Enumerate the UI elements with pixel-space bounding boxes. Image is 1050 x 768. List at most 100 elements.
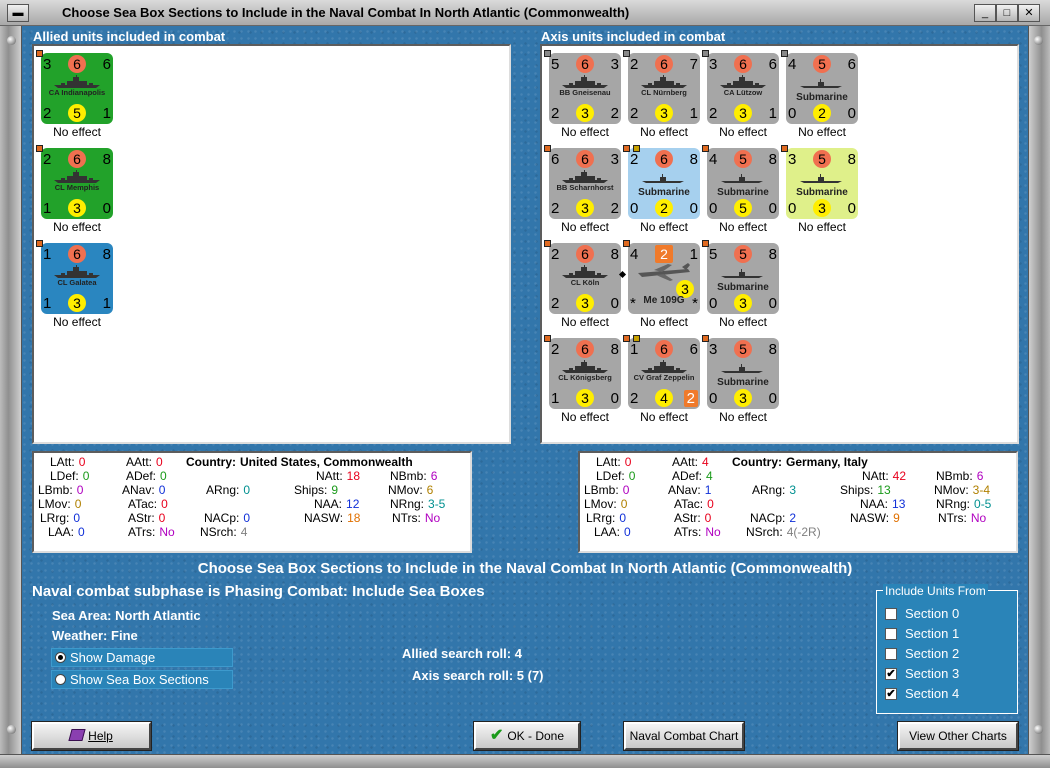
unit-tl-value: 6 <box>551 151 560 168</box>
natt-label: NAtt: <box>316 469 343 483</box>
ok-done-button[interactable]: ✔ OK - Done <box>473 721 581 751</box>
lbmb-label: LBmb: <box>584 483 619 497</box>
unit-defense-value: 3 <box>68 294 86 312</box>
warship-icon <box>562 170 608 183</box>
submarine-icon <box>800 79 842 88</box>
unit-counter[interactable]: 2 8 2 0 6 3 CL Köln <box>544 240 621 314</box>
axis-roll-value: 5 (7) <box>516 668 544 683</box>
warship-icon <box>641 75 687 88</box>
arng-label: ARng: <box>752 483 786 497</box>
system-menu-button[interactable]: ▬ <box>7 4 29 22</box>
anav-label: ANav: <box>122 483 155 497</box>
submarine-icon <box>642 174 684 183</box>
unit-name: CL Königsberg <box>558 373 612 382</box>
unit-counter[interactable]: 1 8 1 1 6 3 CL Galatea <box>36 240 113 314</box>
unit-counter[interactable]: 1 6 2 2 6 4 CV Graf Zeppelin <box>623 335 700 409</box>
laa-stat: LAA: 0 <box>594 525 631 539</box>
nsrch-value: 4 <box>240 525 248 539</box>
unit-br-value: 2 <box>683 390 698 407</box>
nmov-value: 3-4 <box>972 483 991 497</box>
section-checkbox-1[interactable]: Section 1 <box>885 625 1015 643</box>
unit-counter[interactable]: 5 8 0 0 5 3 Submarine <box>702 240 779 314</box>
unit-name: BB Scharnhorst <box>556 183 614 192</box>
lmov-stat: LMov: 0 <box>584 497 627 511</box>
country-value: Germany, Italy <box>786 455 868 469</box>
arng-stat: ARng: 3 <box>752 483 796 497</box>
radio-selected-icon[interactable] <box>55 652 66 663</box>
lmov-label: LMov: <box>584 497 617 511</box>
unit-counter[interactable]: 3 8 0 0 5 3 Submarine <box>781 145 858 219</box>
view-other-charts-button[interactable]: View Other Charts <box>897 721 1019 751</box>
section-checkbox-2[interactable]: Section 2 <box>885 645 1015 663</box>
unit-effect-label: No effect <box>640 220 688 234</box>
unit-defense-value: 3 <box>655 104 673 122</box>
unit-name: BB Gneisenau <box>559 88 611 97</box>
unit-counter[interactable]: 4 1 * * 2 3 Me 109G <box>623 240 700 314</box>
checkbox-icon[interactable] <box>885 608 897 620</box>
unit-counter[interactable]: 2 8 1 0 6 3 CL Memphis <box>36 145 113 219</box>
nbmb-label: NBmb: <box>936 469 973 483</box>
close-button[interactable]: ✕ <box>1018 4 1040 22</box>
unit-counter[interactable]: 3 8 0 0 5 3 Submarine <box>702 335 779 409</box>
warship-icon <box>562 75 608 88</box>
unit-bl-value: 0 <box>709 390 718 407</box>
unit-counter[interactable]: 6 3 2 2 6 3 BB Scharnhorst <box>544 145 621 219</box>
atac-label: ATac: <box>674 497 704 511</box>
atrs-label: ATrs: <box>128 525 156 539</box>
nmov-stat: NMov: 6 <box>388 483 433 497</box>
anav-label: ANav: <box>668 483 701 497</box>
checkbox-icon[interactable]: ✔ <box>885 688 897 700</box>
warship-icon <box>562 360 608 373</box>
checkbox-icon[interactable]: ✔ <box>885 668 897 680</box>
laa-stat: LAA: 0 <box>48 525 85 539</box>
section-label: Section 0 <box>905 606 960 621</box>
unit-counter[interactable]: 4 8 0 0 5 5 Submarine <box>702 145 779 219</box>
unit-status-marker <box>36 145 43 152</box>
naval-combat-chart-button[interactable]: Naval Combat Chart <box>623 721 745 751</box>
maximize-button[interactable]: □ <box>996 4 1018 22</box>
section-checkbox-0[interactable]: Section 0 <box>885 605 1015 623</box>
astr-label: AStr: <box>128 511 155 525</box>
unit-name: CA Indianapolis <box>48 88 106 97</box>
unit-bl-value: 0 <box>709 200 718 217</box>
unit-tl-value: 2 <box>630 56 639 73</box>
unit-attack-value: 6 <box>655 55 673 73</box>
atrs-stat: ATrs: No <box>128 525 175 539</box>
unit-tl-value: 4 <box>788 56 797 73</box>
ldef-label: LDef: <box>596 469 625 483</box>
checkbox-icon[interactable] <box>885 648 897 660</box>
ships-stat: Ships: 9 <box>294 483 338 497</box>
help-button[interactable]: Help <box>31 721 152 751</box>
unit-counter[interactable]: 4 6 0 0 5 2 Submarine <box>781 50 858 124</box>
unit-counter[interactable]: 3 6 2 1 6 3 CA Lützow <box>702 50 779 124</box>
unit-counter[interactable]: 5 3 2 2 6 3 BB Gneisenau <box>544 50 621 124</box>
nmov-stat: NMov: 3-4 <box>934 483 990 497</box>
section-checkbox-3[interactable]: ✔ Section 3 <box>885 665 1015 683</box>
subphase-text: Naval combat subphase is Phasing Combat:… <box>32 583 485 600</box>
checkbox-icon[interactable] <box>885 628 897 640</box>
nacp-stat: NACp: 2 <box>750 511 796 525</box>
minimize-button[interactable]: _ <box>974 4 996 22</box>
section-label: Section 1 <box>905 626 960 641</box>
show-sea-box-sections-radio[interactable]: Show Sea Box Sections <box>51 670 233 689</box>
unit-counter[interactable]: 2 7 2 1 6 3 CL Nürnberg <box>623 50 700 124</box>
rivet-icon <box>7 36 16 45</box>
unit-tr-value: 8 <box>689 151 698 168</box>
unit-counter[interactable]: 2 8 0 0 6 2 Submarine <box>623 145 700 219</box>
nbmb-value: 6 <box>976 469 984 483</box>
radio-unselected-icon[interactable] <box>55 674 66 685</box>
adef-stat: ADef: 0 <box>126 469 167 483</box>
unit-attack-value: 6 <box>576 340 594 358</box>
nbmb-label: NBmb: <box>390 469 427 483</box>
latt-label: LAtt: <box>50 455 75 469</box>
unit-status-marker <box>623 145 630 152</box>
unit-tr-value: 8 <box>102 151 111 168</box>
show-damage-radio[interactable]: Show Damage <box>51 648 233 667</box>
unit-tr-value: 6 <box>102 56 111 73</box>
atac-label: ATac: <box>128 497 158 511</box>
aatt-label: AAtt: <box>672 455 699 469</box>
unit-counter[interactable]: 2 8 1 0 6 3 CL Königsberg <box>544 335 621 409</box>
unit-effect-label: No effect <box>798 220 846 234</box>
section-checkbox-4[interactable]: ✔ Section 4 <box>885 685 1015 703</box>
unit-counter[interactable]: 3 6 2 1 6 5 CA Indianapolis <box>36 50 113 124</box>
